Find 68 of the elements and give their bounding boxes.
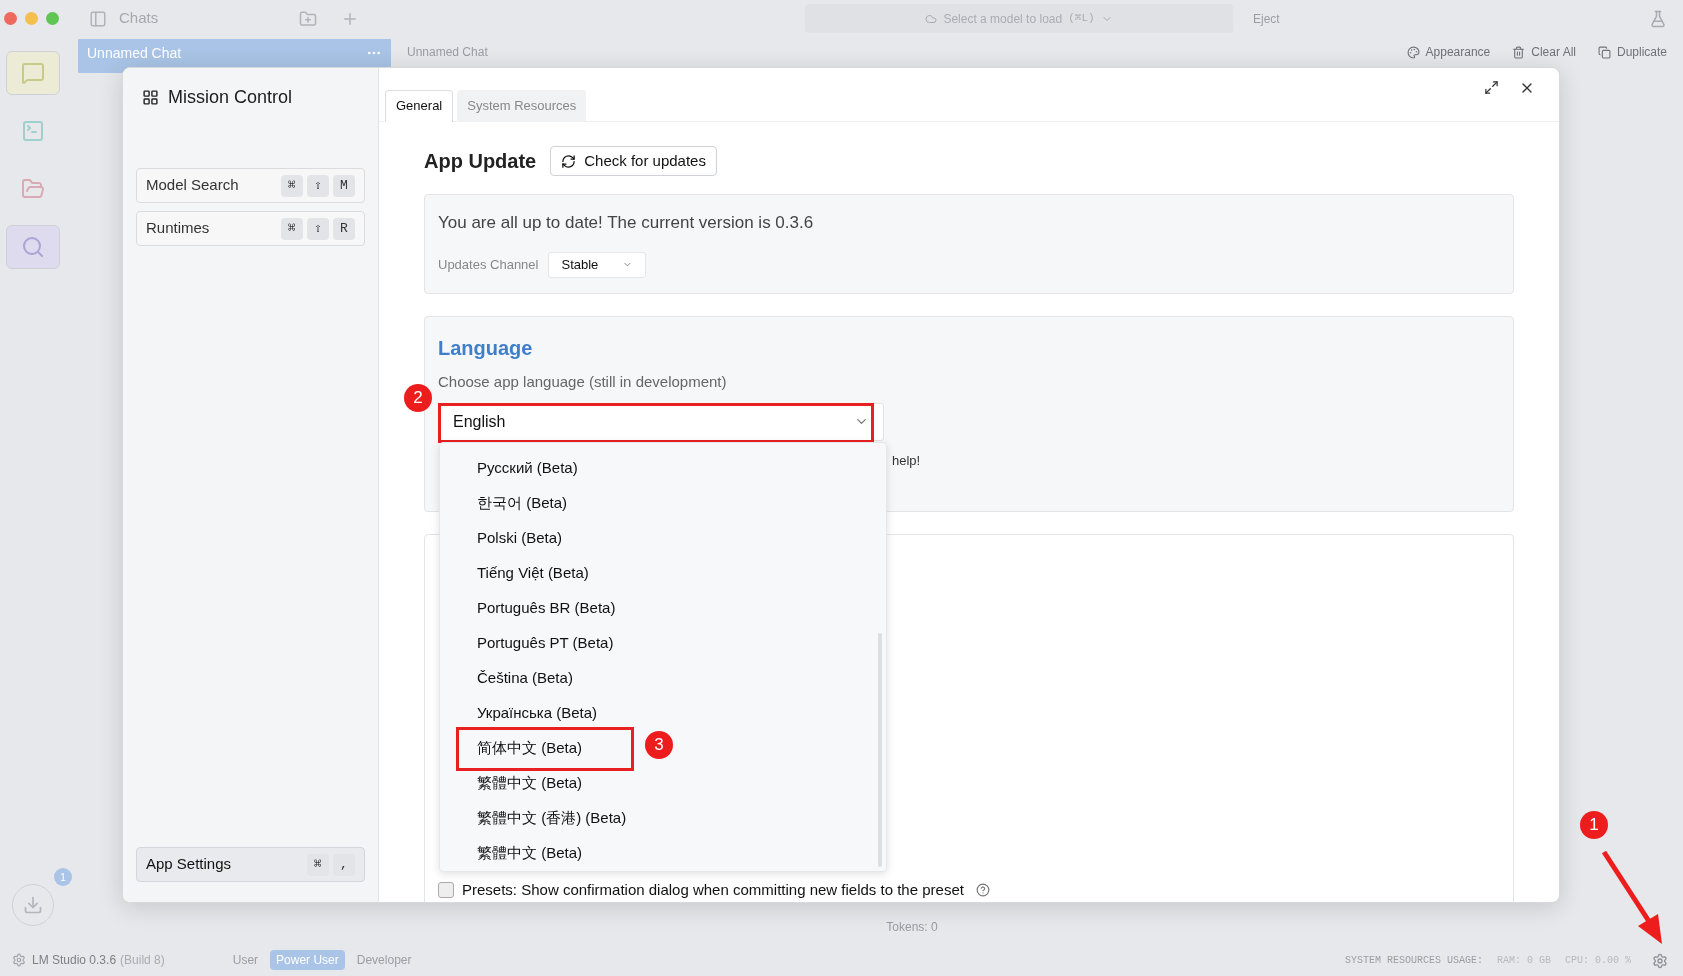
presets-checkbox[interactable] [438,882,454,899]
channel-select[interactable]: Stable [548,251,647,278]
duplicate-button[interactable]: Duplicate [1597,43,1667,61]
download-icon [23,895,43,915]
terminal-icon [21,119,45,143]
key-cap: ⌘ [307,853,329,876]
gear-icon [12,953,26,967]
section-heading: Language [438,336,534,361]
flask-icon[interactable] [1649,9,1667,28]
language-description: Choose app language (still in development) [438,372,728,392]
appearance-button[interactable]: Appearance [1406,43,1491,61]
nav-button[interactable]: Model Search ⌘ ⇧ M [136,168,365,203]
presets-label: Presets: Show confirmation dialog when committing new fields to the preset [462,880,964,900]
key-cap: ⇧ [307,174,329,197]
language-option[interactable]: Українська (Beta) [440,696,640,731]
grid-icon [142,89,159,106]
key-cap: ⌘ [281,217,303,240]
language-option[interactable]: 繁體中文 (Beta) [440,836,640,871]
key-cap: ⌘ [281,174,303,197]
expand-icon[interactable] [1484,79,1499,95]
help-icon[interactable] [975,883,990,898]
key-cap: ⇧ [307,217,329,240]
token-count: Tokens: 0 [886,919,938,936]
new-folder-icon[interactable] [299,9,317,28]
language-option[interactable]: Русский (Beta) [440,451,640,486]
refresh-icon [561,153,577,169]
nav-button[interactable]: Runtimes ⌘ ⇧ R [136,211,365,246]
language-option[interactable]: Tiếng Việt (Beta) [440,556,640,591]
language-option[interactable]: Čeština (Beta) [440,661,640,696]
chat-icon [21,61,45,85]
sidebar-toggle-icon[interactable] [89,9,107,28]
section-heading: App Update [424,149,537,174]
language-option[interactable]: 繁體中文 (Beta) [440,766,640,801]
language-select[interactable]: English [438,402,884,441]
app-version: LM Studio 0.3.6 [32,952,117,969]
annotation-number: 2 [404,383,432,412]
language-option[interactable]: 한국어 (Beta) [440,486,640,521]
dialog-title: Mission Control [168,86,293,109]
chat-nav-button[interactable] [6,51,60,95]
settings-tab[interactable]: General [385,89,454,122]
window-title: Chats [119,8,160,29]
key-cap: , [333,853,355,876]
annotation-number: 1 [1580,811,1608,839]
app-settings-button[interactable]: App Settings ⌘ , [136,847,365,882]
key-cap: M [333,174,355,197]
copy-icon [1597,45,1611,59]
folder-icon [21,177,45,201]
build-number: (Build 8) [120,952,165,969]
clear-button[interactable]: Clear All [1512,43,1576,61]
palette-icon [1406,45,1420,59]
language-option[interactable]: 繁體中文 (香港) (Beta) [440,801,640,836]
language-option[interactable]: Polski (Beta) [440,521,640,556]
search-icon [21,235,45,259]
channel-label: Updates Channel [438,255,539,274]
cloud-icon [925,12,938,25]
search-nav-button[interactable] [6,225,60,269]
language-option[interactable]: Português BR (Beta) [440,591,640,626]
hint-text: help! [892,452,921,470]
update-status: You are all up to date! The current version is 0.3.6 [438,212,815,234]
language-option[interactable]: Português PT (Beta) [440,626,640,661]
key-cap: R [333,217,355,240]
check-updates-button[interactable]: Check for updates [550,146,717,176]
settings-icon[interactable] [1652,953,1668,969]
resources-label: SYSTEM RESOURCES USAGE: [1344,953,1483,968]
annotation-number: 3 [645,731,673,759]
trash-icon [1512,45,1526,59]
downloads-count: 1 [54,868,72,886]
language-option[interactable]: 简体中文 (Beta) [440,731,640,766]
